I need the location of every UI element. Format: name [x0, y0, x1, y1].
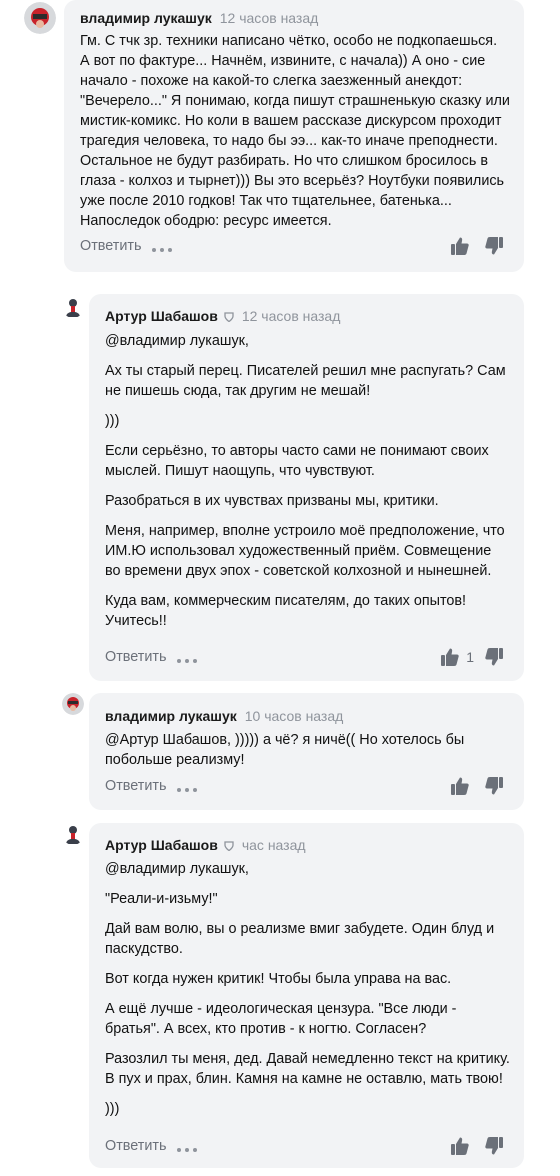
comment-paragraph: Ах ты старый перец. Писателей решил мне … — [105, 363, 506, 399]
avatar[interactable] — [62, 693, 84, 715]
thumbs-down-icon[interactable] — [484, 236, 504, 256]
comment-card: владимир лукашук 12 часов назад Гм. С тчк… — [64, 0, 524, 272]
more-dots-icon[interactable] — [152, 248, 172, 252]
reply-button[interactable]: Ответить — [80, 238, 142, 254]
thumbs-down-icon[interactable] — [484, 1136, 504, 1156]
comment-paragraph: ))) — [105, 1101, 120, 1117]
comment-paragraph: Вот когда нужен критик! Чтобы была управ… — [105, 971, 452, 987]
comment-author[interactable]: владимир лукашук — [105, 708, 237, 724]
thumbs-up-icon[interactable] — [440, 647, 460, 667]
comment-paragraph: Разобраться в их чувствах призваны мы, к… — [105, 493, 439, 509]
avatar[interactable] — [62, 823, 84, 845]
verified-badge-icon — [224, 312, 234, 322]
comment-time: час назад — [241, 837, 306, 853]
reply-button[interactable]: Ответить — [105, 778, 167, 794]
comment-paragraph: Если серьёзно, то авторы часто сами не п… — [105, 443, 489, 479]
comment-paragraph: Разозлил ты меня, дед. Давай немедленно … — [105, 1051, 510, 1087]
comment-time: 10 часов назад — [244, 708, 344, 724]
more-dots-icon[interactable] — [177, 659, 197, 663]
comment-time: 12 часов назад — [219, 10, 319, 26]
verified-badge-icon — [224, 841, 234, 851]
comment-paragraph: Куда вам, коммерческим писателям, до так… — [105, 593, 467, 629]
more-dots-icon[interactable] — [177, 788, 197, 792]
avatar[interactable] — [24, 2, 56, 34]
thumbs-up-icon[interactable] — [450, 1136, 470, 1156]
like-count: 1 — [466, 649, 474, 665]
mention-link[interactable]: @владимир лукашук, — [105, 859, 510, 879]
reply-button[interactable]: Ответить — [105, 1138, 167, 1154]
comment-card: Артур Шабашов 12 часов назад @владимир лу… — [89, 294, 524, 681]
comment-paragraph: Дай вам волю, вы о реализме вмиг забудет… — [105, 921, 495, 957]
mention-link[interactable]: @владимир лукашук, — [105, 331, 510, 351]
comment-paragraph: А ещё лучше - идеологическая цензура. "В… — [105, 1001, 457, 1037]
comment-author[interactable]: Артур Шабашов — [105, 837, 218, 853]
comment-text: Гм. С тчк зр. техники написано чётко, ос… — [80, 33, 510, 229]
thumbs-up-icon[interactable] — [450, 776, 470, 796]
thumbs-down-icon[interactable] — [484, 776, 504, 796]
thumbs-down-icon[interactable] — [484, 647, 504, 667]
comment-time: 12 часов назад — [241, 308, 341, 324]
thumbs-up-icon[interactable] — [450, 236, 470, 256]
comment-author[interactable]: владимир лукашук — [80, 10, 212, 26]
comment-paragraph: "Реали-и-изьму!" — [105, 891, 218, 907]
comment-paragraph: ))) — [105, 413, 120, 429]
avatar[interactable] — [62, 296, 84, 318]
reply-button[interactable]: Ответить — [105, 649, 167, 665]
more-dots-icon[interactable] — [177, 1148, 197, 1152]
comment-text: @Артур Шабашов, ))))) а чё? я ничё(( Но … — [105, 732, 465, 768]
comment-author[interactable]: Артур Шабашов — [105, 308, 218, 324]
comment-paragraph: Меня, например, вполне устроило моё пред… — [105, 523, 505, 579]
comment-card: Артур Шабашов час назад @владимир лукашук… — [89, 823, 524, 1168]
comment-card: владимир лукашук 10 часов назад @Артур Ша… — [89, 693, 524, 810]
